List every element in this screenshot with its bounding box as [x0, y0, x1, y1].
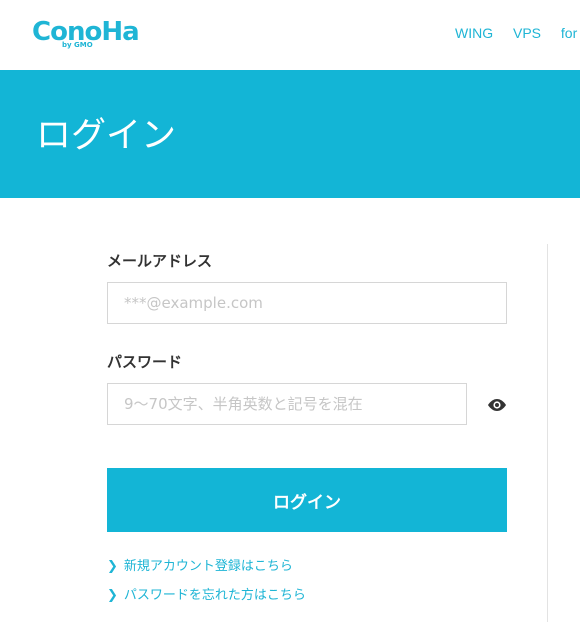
- column-divider: [547, 244, 548, 622]
- page-title: ログイン: [36, 116, 177, 156]
- signup-link[interactable]: ❯ 新規アカウント登録はこちら: [107, 555, 293, 574]
- site-header: ConoHa by GMO WING VPS for C: [0, 0, 580, 70]
- nav-item-vps[interactable]: VPS: [513, 25, 541, 41]
- nav-item-for[interactable]: for C: [561, 25, 580, 41]
- chevron-right-icon: ❯: [107, 588, 118, 603]
- signup-link-text: 新規アカウント登録はこちら: [123, 559, 293, 574]
- logo-sub: by GMO: [62, 41, 93, 49]
- forgot-password-link-text: パスワードを忘れた方はこちら: [123, 588, 306, 603]
- eye-icon[interactable]: [487, 397, 507, 411]
- login-button[interactable]: ログイン: [107, 468, 507, 532]
- nav-item-wing[interactable]: WING: [455, 25, 493, 41]
- forgot-password-link[interactable]: ❯ パスワードを忘れた方はこちら: [107, 584, 306, 603]
- password-field[interactable]: [107, 383, 467, 425]
- conoha-logo[interactable]: ConoHa by GMO: [32, 16, 140, 52]
- top-nav: WING VPS for C: [455, 25, 580, 41]
- password-label: パスワード: [107, 353, 183, 371]
- email-field[interactable]: [107, 282, 507, 324]
- email-label: メールアドレス: [107, 252, 213, 270]
- chevron-right-icon: ❯: [107, 559, 118, 574]
- page-banner: ログイン: [0, 70, 580, 198]
